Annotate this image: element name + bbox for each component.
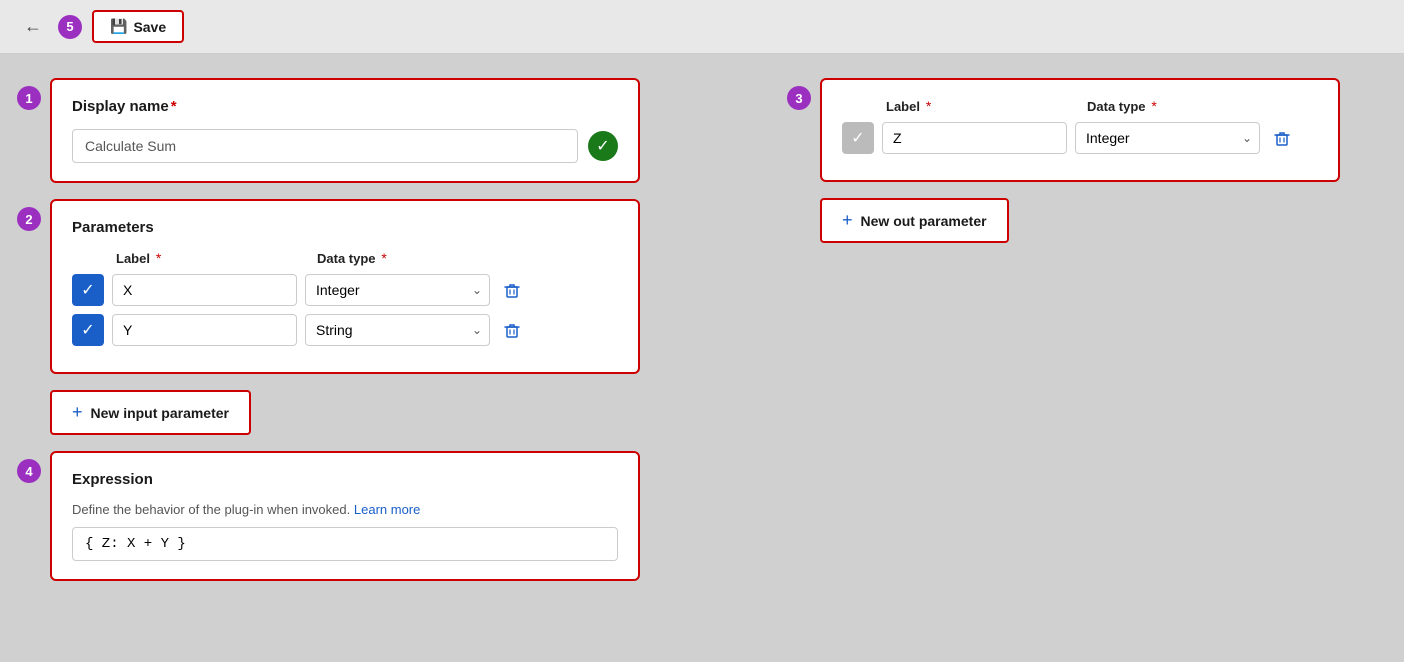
param-checkbox-z[interactable]: ✓ (842, 122, 874, 154)
trash-icon (502, 280, 522, 300)
out-parameters-card: Label * Data type * ✓ Integer String Boo (820, 78, 1340, 182)
expression-section-wrapper: 4 Expression Define the behavior of the … (20, 451, 640, 581)
display-name-section-wrapper: 1 Display name* ✓ (20, 78, 640, 183)
param-checkbox-x[interactable]: ✓ (72, 274, 104, 306)
trash-icon-z (1272, 128, 1292, 148)
param-type-wrapper-z: Integer String Boolean Float ⌄ (1075, 122, 1260, 154)
param-type-wrapper-x: Integer String Boolean Float ⌄ (305, 274, 490, 306)
new-input-param-button[interactable]: + New input parameter (50, 390, 251, 435)
out-col-label-name: Label (886, 99, 920, 114)
save-label: Save (133, 19, 166, 35)
step-5-badge: 5 (58, 15, 82, 39)
required-star: * (171, 98, 177, 115)
back-button[interactable]: ← (18, 12, 48, 41)
delete-param-y[interactable] (498, 316, 526, 344)
left-column: 1 Display name* ✓ 2 Para (20, 78, 640, 581)
step-2-badge: 2 (17, 207, 41, 231)
param-name-y[interactable] (112, 314, 297, 346)
param-type-y[interactable]: Integer String Boolean Float (305, 314, 490, 346)
col-label-name: Label (116, 251, 150, 266)
display-name-card: Display name* ✓ (50, 78, 640, 183)
display-name-input[interactable] (72, 129, 578, 163)
param-type-wrapper-y: Integer String Boolean Float ⌄ (305, 314, 490, 346)
param-row-y: ✓ Integer String Boolean Float ⌄ (72, 314, 618, 346)
plus-icon-out: + (842, 210, 853, 231)
param-name-z[interactable] (882, 122, 1067, 154)
param-row-x: ✓ Integer String Boolean Float ⌄ (72, 274, 618, 306)
main-content: 1 Display name* ✓ 2 Para (0, 54, 1404, 605)
delete-param-z[interactable] (1268, 124, 1296, 152)
learn-more-link[interactable]: Learn more (354, 502, 420, 517)
parameters-title: Parameters (72, 219, 618, 236)
param-type-z[interactable]: Integer String Boolean Float (1075, 122, 1260, 154)
valid-checkmark: ✓ (588, 131, 618, 161)
new-out-param-label: New out parameter (861, 213, 987, 229)
parameters-section-wrapper: 2 Parameters Label * Data type * ✓ (20, 199, 640, 374)
right-column: 3 Label * Data type * ✓ (670, 78, 1384, 243)
display-name-title: Display name* (72, 98, 618, 115)
new-out-param-wrapper: + New out parameter (790, 198, 1384, 243)
new-input-param-wrapper: + New input parameter (20, 390, 640, 435)
save-button[interactable]: 💾 Save (92, 10, 184, 43)
toolbar: ← 5 💾 Save (0, 0, 1404, 54)
trash-icon-y (502, 320, 522, 340)
expression-description: Define the behavior of the plug-in when … (72, 502, 618, 517)
param-row-z: ✓ Integer String Boolean Float ⌄ (842, 122, 1318, 154)
param-name-x[interactable] (112, 274, 297, 306)
delete-param-x[interactable] (498, 276, 526, 304)
out-parameters-section-wrapper: 3 Label * Data type * ✓ (790, 78, 1384, 182)
expression-card: Expression Define the behavior of the pl… (50, 451, 640, 581)
step-4-badge: 4 (17, 459, 41, 483)
out-col-label-type: Data type (1087, 99, 1146, 114)
display-name-row: ✓ (72, 129, 618, 163)
expression-title: Expression (72, 471, 618, 488)
expression-input[interactable] (72, 527, 618, 561)
new-out-param-button[interactable]: + New out parameter (820, 198, 1009, 243)
col-label-type: Data type (317, 251, 376, 266)
param-checkbox-y[interactable]: ✓ (72, 314, 104, 346)
param-type-x[interactable]: Integer String Boolean Float (305, 274, 490, 306)
step-3-badge: 3 (787, 86, 811, 110)
parameters-card: Parameters Label * Data type * ✓ (50, 199, 640, 374)
new-input-param-label: New input parameter (91, 405, 229, 421)
step-1-badge: 1 (17, 86, 41, 110)
save-icon: 💾 (110, 18, 127, 35)
plus-icon: + (72, 402, 83, 423)
